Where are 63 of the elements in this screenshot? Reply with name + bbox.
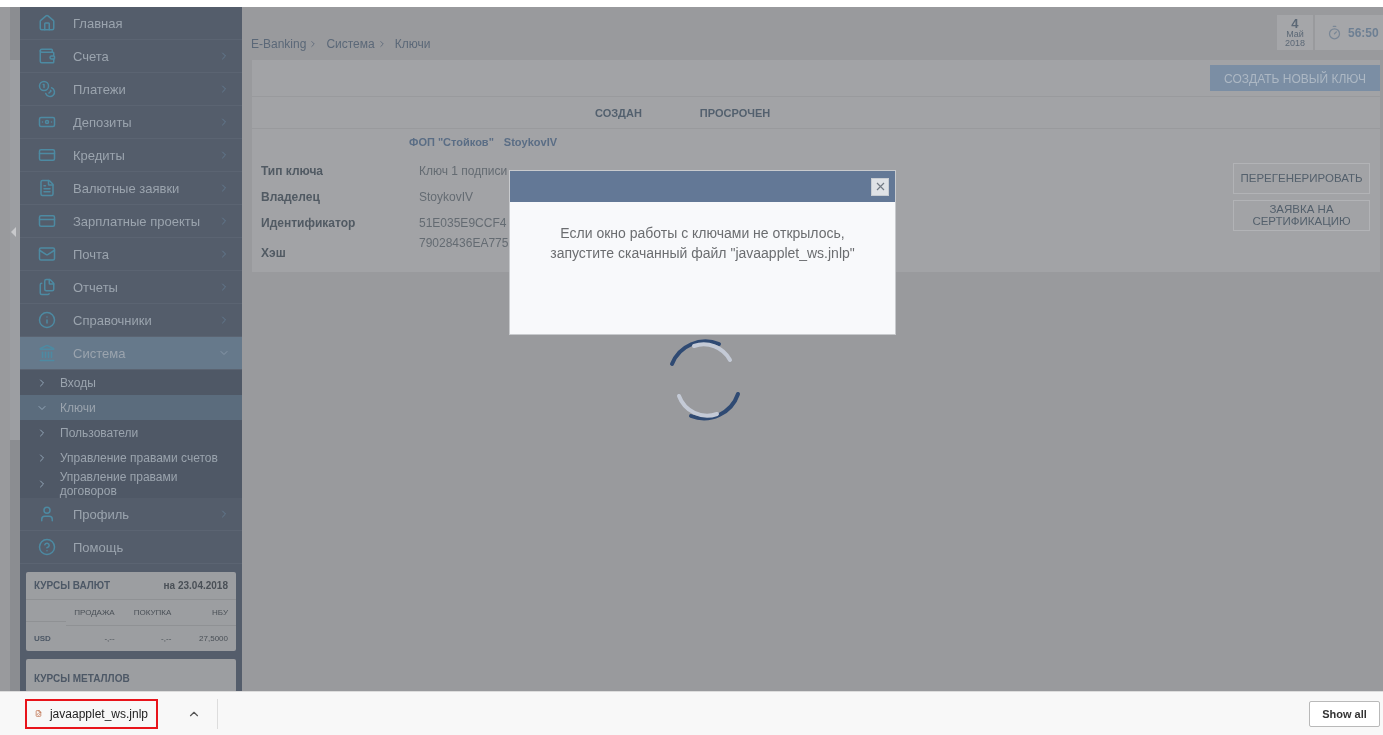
show-all-button[interactable]: Show all bbox=[1309, 700, 1380, 727]
breadcrumb-link[interactable]: Ключи bbox=[394, 37, 431, 51]
download-item[interactable]: javaapplet_ws.jnlp bbox=[25, 698, 158, 729]
column-header: ПРОДАЖА bbox=[66, 600, 123, 626]
bank-icon bbox=[38, 344, 56, 362]
files-icon bbox=[38, 278, 56, 296]
action-button[interactable]: ПЕРЕГЕНЕРИРОВАТЬ bbox=[1233, 163, 1370, 194]
info-icon bbox=[38, 311, 56, 329]
sidebar-item[interactable]: Валютные заявки bbox=[20, 172, 242, 205]
session-timer: 56:50 bbox=[1315, 15, 1383, 50]
field-label: Тип ключа bbox=[261, 164, 325, 178]
rates-date: на 23.04.2018 bbox=[163, 580, 228, 591]
column-header: НБУ bbox=[179, 600, 236, 626]
home-icon bbox=[38, 14, 56, 32]
sidebar-item[interactable]: Профиль bbox=[20, 498, 242, 531]
field-value: 51E035E9CCF4 bbox=[419, 216, 508, 230]
column-header: СОЗДАН bbox=[595, 106, 642, 119]
submenu-item[interactable]: Управление правами счетов bbox=[20, 445, 242, 470]
submenu-item[interactable]: Ключи bbox=[20, 395, 242, 420]
submenu-item[interactable]: Входы bbox=[20, 370, 242, 395]
modal-message: Если окно работы с ключами не открылось, запустите скачанный файл "javaapplet_ws.jnlp" bbox=[549, 224, 856, 263]
breadcrumb-link[interactable]: E-Banking bbox=[251, 37, 307, 51]
user-login: StoykovIV bbox=[503, 136, 558, 148]
field-label: Хэш bbox=[261, 246, 287, 260]
help-icon bbox=[38, 538, 56, 556]
currency-cell-text: USD bbox=[33, 633, 52, 645]
mail-icon bbox=[38, 245, 56, 263]
close-icon bbox=[875, 182, 885, 191]
widget-title: КУРСЫ МЕТАЛЛОВ bbox=[34, 673, 130, 684]
sidebar-item[interactable]: Почта bbox=[20, 238, 242, 271]
field-value: 79028436EA775 bbox=[419, 236, 510, 250]
timer-icon bbox=[1327, 25, 1342, 40]
column-header: ПРОСРОЧЕН bbox=[699, 106, 771, 119]
organization-name: ФОП "Стойков" bbox=[409, 136, 494, 148]
user-icon bbox=[38, 505, 56, 523]
action-button[interactable]: ЗАЯВКА НА СЕРТИФИКАЦИЮ bbox=[1233, 200, 1370, 231]
sidebar-item[interactable]: Кредиты bbox=[20, 139, 242, 172]
rate-cell-text: -,-- bbox=[103, 633, 116, 645]
sidebar-item[interactable]: Отчеты bbox=[20, 271, 242, 304]
column-header: ПОКУПКА bbox=[122, 600, 180, 626]
submenu-item[interactable]: Управление правами договоров bbox=[20, 470, 242, 498]
widget-title: КУРСЫ ВАЛЮТ bbox=[34, 580, 111, 591]
sidebar-item[interactable]: Платежи bbox=[20, 73, 242, 106]
close-button[interactable] bbox=[871, 177, 889, 196]
scroll-handle[interactable] bbox=[10, 60, 20, 440]
field-value: StoykovIV bbox=[419, 190, 475, 204]
field-value: Ключ 1 подписи bbox=[419, 164, 509, 178]
date-widget: 4 Май 2018 bbox=[1276, 15, 1313, 50]
breadcrumb-link[interactable]: Система bbox=[326, 37, 375, 51]
submenu-item[interactable]: Пользователи bbox=[20, 420, 242, 445]
coins-icon bbox=[38, 80, 56, 98]
card-icon bbox=[38, 212, 56, 230]
field-label: Идентификатор bbox=[261, 216, 357, 230]
wallet-icon bbox=[38, 47, 56, 65]
sidebar-item[interactable]: Зарплатные проекты bbox=[20, 205, 242, 238]
rate-cell-text: -,-- bbox=[160, 633, 173, 645]
sidebar-item[interactable]: Главная bbox=[20, 7, 242, 40]
rate-cell-text: 27,5000 bbox=[198, 633, 229, 645]
sidebar-item[interactable]: Депозиты bbox=[20, 106, 242, 139]
field-label: Владелец bbox=[261, 190, 321, 204]
sidebar-item[interactable]: Счета bbox=[20, 40, 242, 73]
sidebar-item[interactable]: Помощь bbox=[20, 531, 242, 564]
document-icon bbox=[38, 179, 56, 197]
